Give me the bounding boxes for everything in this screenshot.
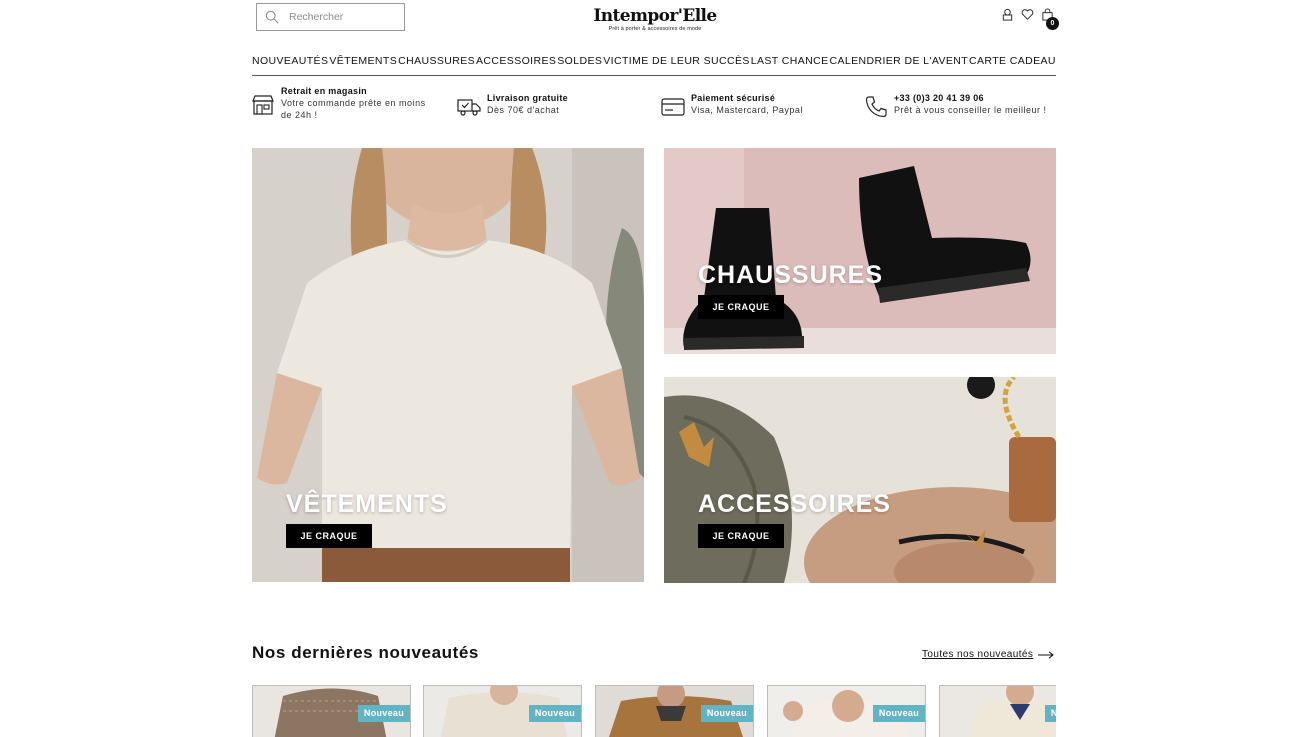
reassurance-title: Retrait en magasin <box>281 86 367 96</box>
search-box[interactable] <box>256 3 405 31</box>
tile-title-chaussures: CHAUSSURES <box>698 261 884 289</box>
reassurance-subtitle: Prêt à vous conseiller le meilleur ! <box>894 105 1047 115</box>
tile-title-vetements: VÊTEMENTS <box>286 490 448 518</box>
product-card[interactable]: Nouveau <box>423 685 582 737</box>
nav-item-carte-cadeau[interactable]: CARTE CADEAU <box>969 53 1056 75</box>
new-badge: Nouveau <box>528 705 581 722</box>
new-badge: Nouveau <box>700 705 753 722</box>
reassurance-subtitle: de 24h ! <box>281 110 318 120</box>
reassurance-subtitle: Votre commande prête en moins <box>281 98 426 108</box>
reassurance-free-shipping: Livraison gratuite Dès 70€ d'achat <box>457 92 568 119</box>
nav-item-vetements[interactable]: VÊTEMENTS <box>329 53 397 75</box>
reassurance-subtitle: Dès 70€ d'achat <box>487 105 560 115</box>
nav-item-last-chance[interactable]: LAST CHANCE <box>751 53 829 75</box>
tile-title-accessoires: ACCESSOIRES <box>698 490 891 518</box>
main-nav: NOUVEAUTÉS VÊTEMENTS CHAUSSURES ACCESSOI… <box>252 53 1056 76</box>
category-tile-vetements[interactable]: VÊTEMENTS JE CRAQUE <box>252 148 644 582</box>
site-logo[interactable]: Intempor'Elle Prêt à porter & accessoire… <box>560 6 750 32</box>
search-input[interactable] <box>289 11 399 23</box>
section-title-nouveautes: Nos dernières nouveautés <box>252 643 479 662</box>
category-tile-chaussures[interactable]: CHAUSSURES JE CRAQUE <box>664 148 1056 354</box>
boots-photo <box>664 148 1056 354</box>
nav-item-calendrier-avent[interactable]: CALENDRIER DE L'AVENT <box>829 53 968 75</box>
nav-item-nouveautes[interactable]: NOUVEAUTÉS <box>252 53 328 75</box>
product-carousel: Nouveau Nouveau Nouveau Nouveau Nouveau <box>252 685 1056 737</box>
logo-tagline: Prêt à porter & accessoires de mode <box>608 26 702 32</box>
je-craque-button-chaussures[interactable]: JE CRAQUE <box>698 295 784 319</box>
logo-name: Intempor'Elle <box>593 6 717 26</box>
reassurance-title: Livraison gratuite <box>487 93 568 103</box>
see-all-nouveautes-link[interactable]: Toutes nos nouveautés <box>922 649 1055 660</box>
product-image <box>940 686 1056 737</box>
reassurance-secure-payment: Paiement sécurisé Visa, Mastercard, Payp… <box>661 92 803 119</box>
product-card[interactable]: Nouveau <box>252 685 411 737</box>
search-icon <box>265 10 279 24</box>
category-tile-accessoires[interactable]: ACCESSOIRES JE CRAQUE <box>664 377 1056 583</box>
truck-icon <box>457 99 481 116</box>
je-craque-button-vetements[interactable]: JE CRAQUE <box>286 524 372 548</box>
new-badge: Nouveau <box>357 705 410 722</box>
je-craque-button-accessoires[interactable]: JE CRAQUE <box>698 524 784 548</box>
product-card[interactable]: Nouveau <box>939 685 1056 737</box>
phone-icon <box>865 96 887 118</box>
nav-item-victime-de-leur-succes[interactable]: VICTIME DE LEUR SUCCÈS <box>603 53 750 75</box>
nav-item-accessoires[interactable]: ACCESSOIRES <box>476 53 556 75</box>
cart-count-badge: 0 <box>1046 17 1059 30</box>
nav-item-soldes[interactable]: SOLDES <box>557 53 602 75</box>
nav-item-chaussures[interactable]: CHAUSSURES <box>398 53 475 75</box>
wishlist-heart-icon[interactable] <box>1021 8 1034 21</box>
card-icon <box>661 98 685 116</box>
arrow-right-icon <box>1038 650 1055 659</box>
new-badge: Nouveau <box>872 705 925 722</box>
new-badge: Nouveau <box>1044 705 1056 722</box>
accessories-photo <box>664 377 1056 583</box>
product-card[interactable]: Nouveau <box>767 685 926 737</box>
product-card[interactable]: Nouveau <box>595 685 754 737</box>
reassurance-subtitle: Visa, Mastercard, Paypal <box>691 105 803 115</box>
reassurance-phone: +33 (0)3 20 41 39 06 Prêt à vous conseil… <box>864 92 1047 119</box>
account-icon[interactable] <box>1001 8 1014 21</box>
reassurance-title: +33 (0)3 20 41 39 06 <box>894 93 984 103</box>
store-icon <box>252 95 274 115</box>
reassurance-store-pickup: Retrait en magasin Votre commande prête … <box>251 85 426 121</box>
see-all-label: Toutes nos nouveautés <box>922 649 1034 660</box>
reassurance-title: Paiement sécurisé <box>691 93 776 103</box>
